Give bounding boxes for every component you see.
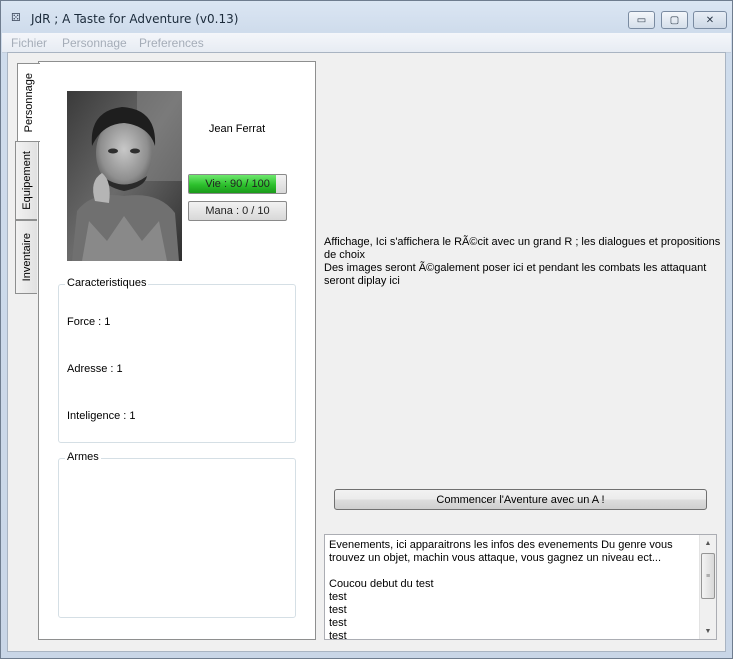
stat-force: Force : 1 xyxy=(67,316,111,328)
window-title: JdR ; A Taste for Adventure (v0.13) xyxy=(31,12,239,26)
mana-bar: Mana : 0 / 10 xyxy=(188,201,287,221)
scrollbar-thumb[interactable]: ≡ xyxy=(701,553,715,599)
stat-adresse: Adresse : 1 xyxy=(67,363,123,375)
tab-personnage-label: Personnage xyxy=(23,72,35,133)
tab-equipement[interactable]: Equipement xyxy=(15,141,37,220)
mana-bar-label: Mana : 0 / 10 xyxy=(205,205,270,217)
log-line: Coucou debut du test xyxy=(329,578,434,590)
event-log-text: Evenements, ici apparaitrons les infos d… xyxy=(329,539,694,640)
log-line: test xyxy=(329,604,347,616)
story-display: Affichage, Ici s'affichera le RÃ©cit ave… xyxy=(324,236,724,288)
start-adventure-button[interactable]: Commencer l'Aventure avec un A ! xyxy=(334,489,707,510)
tab-inventaire-label: Inventaire xyxy=(20,232,33,282)
event-log[interactable]: Evenements, ici apparaitrons les infos d… xyxy=(324,534,717,640)
health-bar: Vie : 90 / 100 xyxy=(188,174,287,194)
stats-group: Caracteristiques Force : 1 Adresse : 1 I… xyxy=(58,277,296,443)
minimize-icon: ▭ xyxy=(636,14,647,26)
stats-group-title: Caracteristiques xyxy=(65,277,149,289)
menu-bar: Fichier Personnage Preferences xyxy=(2,33,731,53)
stat-inteligence: Inteligence : 1 xyxy=(67,410,136,422)
minimize-button[interactable]: ▭ xyxy=(628,11,655,29)
close-button[interactable]: ✕ xyxy=(693,11,727,29)
portrait-image xyxy=(67,91,182,261)
health-bar-label: Vie : 90 / 100 xyxy=(205,178,270,190)
menu-personnage[interactable]: Personnage xyxy=(62,36,127,50)
close-icon: ✕ xyxy=(705,14,715,26)
character-portrait xyxy=(67,91,182,261)
log-scrollbar[interactable]: ▲ ≡ ▼ xyxy=(699,535,716,639)
chevron-up-icon[interactable]: ▲ xyxy=(700,535,716,551)
maximize-button[interactable]: ▢ xyxy=(661,11,688,29)
title-bar[interactable]: ⚄ JdR ; A Taste for Adventure (v0.13) ▭ … xyxy=(1,1,732,33)
tab-personnage[interactable]: Personnage xyxy=(17,63,40,142)
weapons-group-title: Armes xyxy=(65,451,101,463)
chevron-down-icon[interactable]: ▼ xyxy=(700,623,716,639)
tab-inventaire[interactable]: Inventaire xyxy=(15,220,37,294)
dice-icon: ⚄ xyxy=(11,12,21,24)
story-line: Des images seront Ã©galement poser ici e… xyxy=(324,262,707,287)
weapons-group: Armes xyxy=(58,451,296,618)
maximize-icon: ▢ xyxy=(669,14,680,26)
start-adventure-label: Commencer l'Aventure avec un A ! xyxy=(436,493,605,506)
menu-preferences[interactable]: Preferences xyxy=(139,36,204,50)
log-line: Evenements, ici apparaitrons les infos d… xyxy=(329,539,673,564)
log-line: test xyxy=(329,591,347,603)
log-line: test xyxy=(329,630,347,640)
character-name: Jean Ferrat xyxy=(208,123,266,135)
log-line: test xyxy=(329,617,347,629)
menu-fichier[interactable]: Fichier xyxy=(11,36,47,50)
story-line: Affichage, Ici s'affichera le RÃ©cit ave… xyxy=(324,236,721,261)
tab-equipement-label: Equipement xyxy=(20,151,33,210)
